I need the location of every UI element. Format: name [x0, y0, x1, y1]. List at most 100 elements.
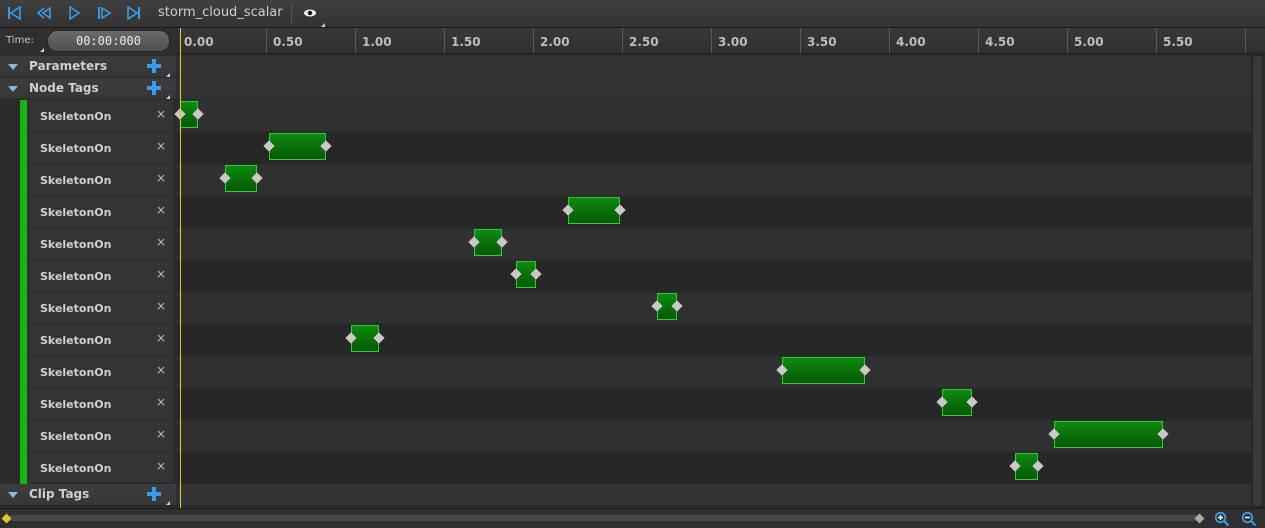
go-to-end-button[interactable]	[124, 4, 144, 22]
tag-color-stripe	[20, 164, 27, 196]
add-node-tag-button[interactable]	[146, 80, 162, 96]
tag-lane[interactable]	[178, 164, 1251, 196]
step-back-button[interactable]	[34, 4, 54, 22]
tag-lane[interactable]	[178, 388, 1251, 420]
collapse-arrow-icon[interactable]	[8, 64, 18, 70]
ruler-tick	[978, 28, 979, 53]
go-to-start-button[interactable]	[4, 4, 24, 22]
range-end-handle[interactable]	[1194, 513, 1205, 524]
playhead[interactable]	[180, 28, 181, 508]
node-tag-row[interactable]: SkeletonOn ×	[20, 164, 173, 196]
section-node-tags[interactable]: Node Tags	[0, 78, 176, 100]
play-button[interactable]	[64, 4, 84, 22]
tag-clip[interactable]	[1053, 421, 1163, 448]
zoom-out-button[interactable]	[1241, 511, 1257, 527]
tag-color-stripe	[20, 260, 27, 292]
node-tag-row[interactable]: SkeletonOn ×	[20, 356, 173, 388]
section-parameters[interactable]: Parameters	[0, 56, 176, 78]
node-tag-row[interactable]: SkeletonOn ×	[20, 196, 173, 228]
ruler-tick	[889, 28, 890, 53]
node-tag-row[interactable]: SkeletonOn ×	[20, 132, 173, 164]
node-tag-label: SkeletonOn	[40, 366, 112, 379]
remove-tag-icon[interactable]: ×	[156, 395, 166, 409]
play-icon	[69, 6, 81, 20]
node-tags-lane[interactable]	[178, 78, 1251, 99]
ruler-tick-label: 0.50	[273, 35, 303, 49]
tag-lane[interactable]	[178, 100, 1251, 132]
dropdown-corner-icon	[166, 497, 170, 505]
step-back-icon	[36, 6, 51, 20]
ruler-tick-label: 0.00	[184, 35, 214, 49]
remove-tag-icon[interactable]: ×	[156, 299, 166, 313]
time-ruler[interactable]: 0.00 0.50 1.00 1.50 2.00 2.50 3.00 3.50 4.00 4.50…	[178, 28, 1265, 54]
remove-tag-icon[interactable]: ×	[156, 267, 166, 281]
add-parameter-button[interactable]	[146, 58, 162, 74]
node-tag-row[interactable]: SkeletonOn ×	[20, 260, 173, 292]
node-tag-row[interactable]: SkeletonOn ×	[20, 292, 173, 324]
tag-clip[interactable]	[781, 357, 866, 384]
ruler-tick-label: 5.00	[1074, 35, 1104, 49]
dropdown-corner-icon	[321, 19, 325, 27]
visibility-toggle-button[interactable]	[300, 4, 320, 22]
timeline-area[interactable]: 0.00 0.50 1.00 1.50 2.00 2.50 3.00 3.50 4.00 4.50…	[174, 28, 1265, 508]
time-field[interactable]: 00:00:000	[47, 30, 170, 52]
tag-color-stripe	[20, 132, 27, 164]
ruler-tick-label: 1.00	[362, 35, 392, 49]
parameters-lane[interactable]	[178, 56, 1251, 77]
tag-lane[interactable]	[178, 132, 1251, 164]
tag-color-stripe	[20, 452, 27, 484]
clip-tags-lane[interactable]	[178, 484, 1251, 505]
remove-tag-icon[interactable]: ×	[156, 459, 166, 473]
horizontal-scrollbar[interactable]	[8, 515, 1200, 521]
node-tag-label: SkeletonOn	[40, 462, 112, 475]
ruler-tick	[711, 28, 712, 53]
ruler-tick	[533, 28, 534, 53]
dropdown-corner-icon	[166, 69, 170, 77]
node-tag-row[interactable]: SkeletonOn ×	[20, 420, 173, 452]
tag-lane[interactable]	[178, 356, 1251, 388]
remove-tag-icon[interactable]: ×	[156, 427, 166, 441]
node-tag-row[interactable]: SkeletonOn ×	[20, 452, 173, 484]
remove-tag-icon[interactable]: ×	[156, 235, 166, 249]
time-row: Time: 00:00:000	[0, 28, 176, 54]
zoom-in-button[interactable]	[1214, 511, 1230, 527]
tag-lane[interactable]	[178, 260, 1251, 292]
step-forward-button[interactable]	[94, 4, 114, 22]
node-tag-row[interactable]: SkeletonOn ×	[20, 100, 173, 132]
node-tag-label: SkeletonOn	[40, 110, 112, 123]
collapse-arrow-icon[interactable]	[8, 86, 18, 92]
node-tag-row[interactable]: SkeletonOn ×	[20, 228, 173, 260]
tag-color-stripe	[20, 356, 27, 388]
tag-lane[interactable]	[178, 196, 1251, 228]
tag-lane[interactable]	[178, 228, 1251, 260]
node-tag-row[interactable]: SkeletonOn ×	[20, 324, 173, 356]
tag-lane[interactable]	[178, 452, 1251, 484]
tag-color-stripe	[20, 100, 27, 132]
tag-clip[interactable]	[568, 197, 620, 224]
node-tag-label: SkeletonOn	[40, 430, 112, 443]
remove-tag-icon[interactable]: ×	[156, 363, 166, 377]
collapse-arrow-icon[interactable]	[8, 492, 18, 498]
node-tag-row[interactable]: SkeletonOn ×	[20, 388, 173, 420]
ruler-tick	[266, 28, 267, 53]
remove-tag-icon[interactable]: ×	[156, 171, 166, 185]
section-clip-tags[interactable]: Clip Tags	[0, 484, 176, 506]
dropdown-corner-icon	[40, 44, 44, 52]
node-tag-label: SkeletonOn	[40, 238, 112, 251]
remove-tag-icon[interactable]: ×	[156, 107, 166, 121]
remove-tag-icon[interactable]: ×	[156, 331, 166, 345]
vertical-scrollbar-thumb[interactable]	[1253, 56, 1262, 506]
remove-tag-icon[interactable]: ×	[156, 139, 166, 153]
node-tag-label: SkeletonOn	[40, 334, 112, 347]
tag-clip[interactable]	[269, 133, 326, 160]
time-label: Time:	[6, 35, 34, 46]
ruler-tick-label: 2.50	[629, 35, 659, 49]
tag-color-stripe	[20, 196, 27, 228]
node-tag-label: SkeletonOn	[40, 174, 112, 187]
tag-lane[interactable]	[178, 324, 1251, 356]
tag-lane[interactable]	[178, 292, 1251, 324]
remove-tag-icon[interactable]: ×	[156, 203, 166, 217]
node-tag-label: SkeletonOn	[40, 270, 112, 283]
add-clip-tag-button[interactable]	[146, 486, 162, 502]
vertical-scrollbar[interactable]	[1252, 55, 1263, 508]
